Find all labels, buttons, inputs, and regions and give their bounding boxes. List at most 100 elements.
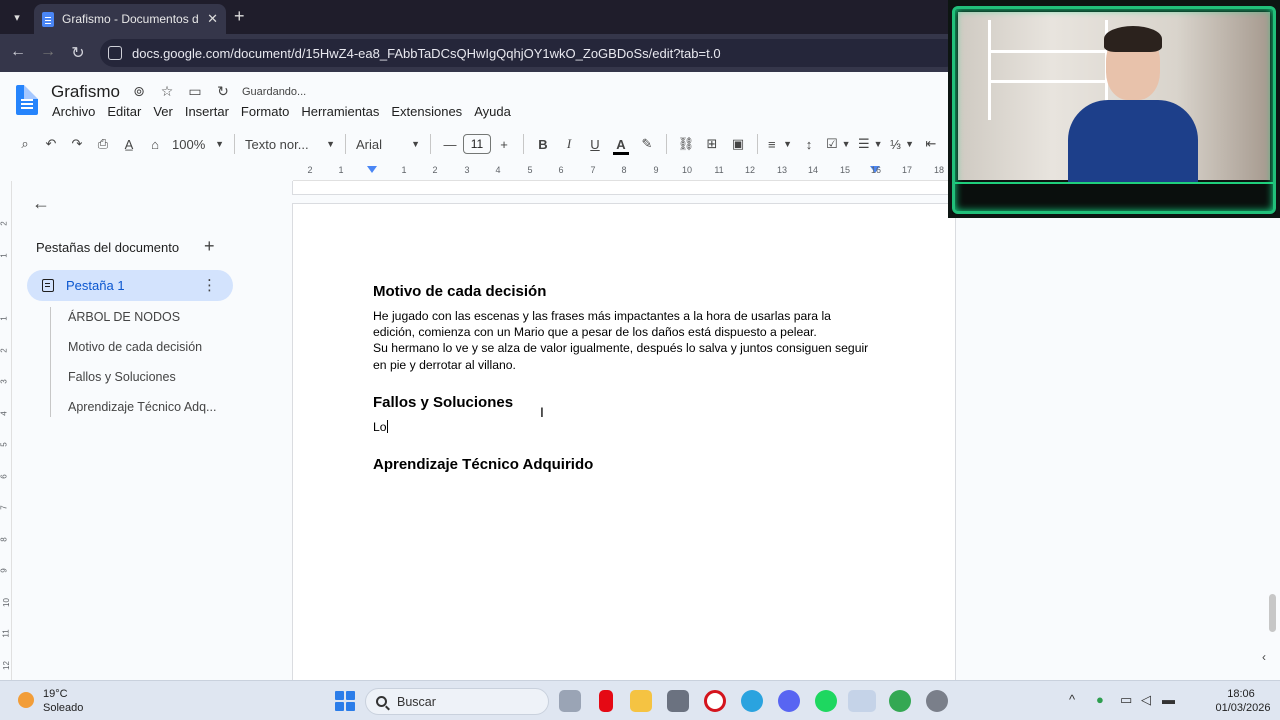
- underline-icon[interactable]: U: [582, 132, 608, 156]
- paragraph-line[interactable]: en pie y derrotar al villano.: [373, 357, 883, 373]
- heading-fallos[interactable]: Fallos y Soluciones: [373, 394, 513, 411]
- clock-date[interactable]: 01/03/2026: [1214, 702, 1272, 714]
- font-size-input[interactable]: 11: [463, 134, 491, 154]
- weather-temperature[interactable]: 19°C: [43, 688, 68, 700]
- menu-extensiones[interactable]: Extensiones: [385, 102, 468, 121]
- image-icon[interactable]: ▣: [725, 132, 751, 156]
- netflix-icon[interactable]: [599, 690, 613, 712]
- paragraph-typing[interactable]: Lo: [373, 419, 883, 435]
- network-icon[interactable]: ▭: [1120, 692, 1132, 708]
- checklist-icon[interactable]: ☑ ▼: [822, 132, 854, 156]
- docs-logo-icon[interactable]: [16, 85, 38, 115]
- volume-icon[interactable]: ◁: [1141, 692, 1151, 708]
- menu-insertar[interactable]: Insertar: [179, 102, 235, 121]
- close-tab-icon[interactable]: ✕: [207, 11, 218, 27]
- numbered-list-icon[interactable]: ⅓ ▼: [886, 132, 918, 156]
- outline-item[interactable]: Motivo de cada decisión: [68, 340, 202, 354]
- task-view-icon[interactable]: [559, 690, 581, 712]
- forward-arrow-icon[interactable]: →: [38, 43, 58, 61]
- telegram-icon[interactable]: [741, 690, 763, 712]
- zoom-select[interactable]: 100% ▼: [168, 132, 228, 156]
- chrome-active-icon[interactable]: [848, 690, 876, 712]
- style-select[interactable]: Texto nor... ▼: [241, 132, 339, 156]
- battery-icon[interactable]: ▬: [1162, 692, 1175, 707]
- ruler-label: 9: [653, 165, 659, 175]
- more-options-icon[interactable]: ⋮: [202, 276, 217, 294]
- paragraph-line[interactable]: He jugado con las escenas y las frases m…: [373, 308, 883, 324]
- paint-format-icon[interactable]: ⌂: [142, 132, 168, 156]
- bullet-list-icon[interactable]: ☰ ▼: [854, 132, 886, 156]
- tray-chevron-icon[interactable]: ^: [1069, 692, 1075, 707]
- star-icon[interactable]: ☆: [158, 83, 176, 100]
- heading-aprendizaje[interactable]: Aprendizaje Técnico Adquirido: [373, 456, 593, 473]
- bold-icon[interactable]: B: [530, 132, 556, 156]
- paragraph-line[interactable]: edición, comienza con un Mario que a pes…: [373, 324, 883, 340]
- microphone-icon[interactable]: ●: [1096, 692, 1104, 707]
- weather-sun-icon[interactable]: [18, 692, 34, 708]
- increase-font-size-icon[interactable]: +: [491, 132, 517, 156]
- new-tab-button[interactable]: +: [234, 6, 245, 27]
- tab-search-icon[interactable]: ▾: [6, 6, 28, 28]
- site-info-icon[interactable]: [108, 46, 122, 60]
- ruler-label: 18: [933, 165, 945, 175]
- document-tabs-sidebar: ← Pestañas del documento + Pestaña 1 ⋮ Á…: [12, 181, 252, 680]
- vertical-scrollbar[interactable]: [1269, 594, 1276, 632]
- menu-formato[interactable]: Formato: [235, 102, 295, 121]
- horizontal-ruler[interactable]: 2 1 1 2 3 4 5 6 7 8 9 10 11 12 13 14 15 …: [293, 161, 948, 181]
- print-icon[interactable]: ⎙: [90, 132, 116, 156]
- back-arrow-icon[interactable]: ←: [8, 43, 28, 61]
- comment-icon[interactable]: ⊞: [699, 132, 725, 156]
- omnibox[interactable]: docs.google.com/document/d/15HwZ4-ea8_FA…: [100, 39, 960, 67]
- document-page[interactable]: [292, 203, 956, 680]
- vruler-label: 9: [0, 568, 9, 573]
- taskbar-search[interactable]: Buscar: [365, 688, 549, 715]
- font-select[interactable]: Arial ▼: [352, 132, 424, 156]
- opera-icon[interactable]: [704, 690, 726, 712]
- align-icon[interactable]: ≡ ▼: [764, 132, 796, 156]
- paragraph-line[interactable]: Su hermano lo ve y se alza de valor igua…: [373, 340, 893, 356]
- close-sidebar-arrow-icon[interactable]: ←: [32, 193, 50, 214]
- file-explorer-icon[interactable]: [630, 690, 652, 712]
- menu-ver[interactable]: Ver: [147, 102, 179, 121]
- search-menus-icon[interactable]: ⌕: [12, 132, 38, 156]
- add-tab-button[interactable]: +: [204, 236, 215, 257]
- ruler-label: 16: [870, 165, 882, 175]
- menu-editar[interactable]: Editar: [101, 102, 147, 121]
- spellcheck-icon[interactable]: A̲: [116, 132, 142, 156]
- outline-item[interactable]: Aprendizaje Técnico Adq...: [68, 400, 216, 414]
- italic-icon[interactable]: I: [556, 132, 582, 156]
- outline-item[interactable]: ÁRBOL DE NODOS: [68, 310, 180, 324]
- left-indent-marker[interactable]: [367, 166, 377, 173]
- line-spacing-icon[interactable]: ↕: [796, 132, 822, 156]
- search-icon: [376, 696, 387, 707]
- menu-herramientas[interactable]: Herramientas: [295, 102, 385, 121]
- decrease-font-size-icon[interactable]: —: [437, 132, 463, 156]
- document-title[interactable]: Grafismo: [51, 82, 120, 102]
- clock-time[interactable]: 18:06: [1218, 688, 1264, 700]
- weather-description[interactable]: Soleado: [43, 702, 83, 714]
- app-icon[interactable]: [667, 690, 689, 712]
- heading-motivo[interactable]: Motivo de cada decisión: [373, 283, 546, 300]
- highlight-icon[interactable]: ✎: [634, 132, 660, 156]
- text-color-icon[interactable]: A: [608, 132, 634, 156]
- browser-tab-active[interactable]: Grafismo - Documentos de Google ✕: [34, 4, 226, 34]
- redo-icon[interactable]: ↷: [64, 132, 90, 156]
- menu-bar: Archivo Editar Ver Insertar Formato Herr…: [46, 102, 517, 121]
- chevron-left-icon[interactable]: ‹: [1262, 650, 1266, 664]
- sync-status-icon[interactable]: ⊚: [130, 83, 148, 100]
- chrome-icon[interactable]: [889, 690, 911, 712]
- reload-icon[interactable]: ↻: [68, 43, 88, 63]
- link-icon[interactable]: ⛓: [673, 132, 699, 156]
- outline-item[interactable]: Fallos y Soluciones: [68, 370, 176, 384]
- sidebar-tab-pestana-1[interactable]: Pestaña 1 ⋮: [27, 270, 233, 301]
- discord-icon[interactable]: [778, 690, 800, 712]
- move-folder-icon[interactable]: ▭: [186, 83, 204, 100]
- menu-archivo[interactable]: Archivo: [46, 102, 101, 121]
- spotify-icon[interactable]: [815, 690, 837, 712]
- windows-start-icon[interactable]: [335, 691, 355, 711]
- menu-ayuda[interactable]: Ayuda: [468, 102, 517, 121]
- undo-icon[interactable]: ↶: [38, 132, 64, 156]
- indent-icon[interactable]: ⇤: [918, 132, 944, 156]
- app-icon[interactable]: [926, 690, 948, 712]
- vertical-ruler[interactable]: 2 1 1 2 3 4 5 6 7 8 9 10 11 12: [0, 181, 12, 680]
